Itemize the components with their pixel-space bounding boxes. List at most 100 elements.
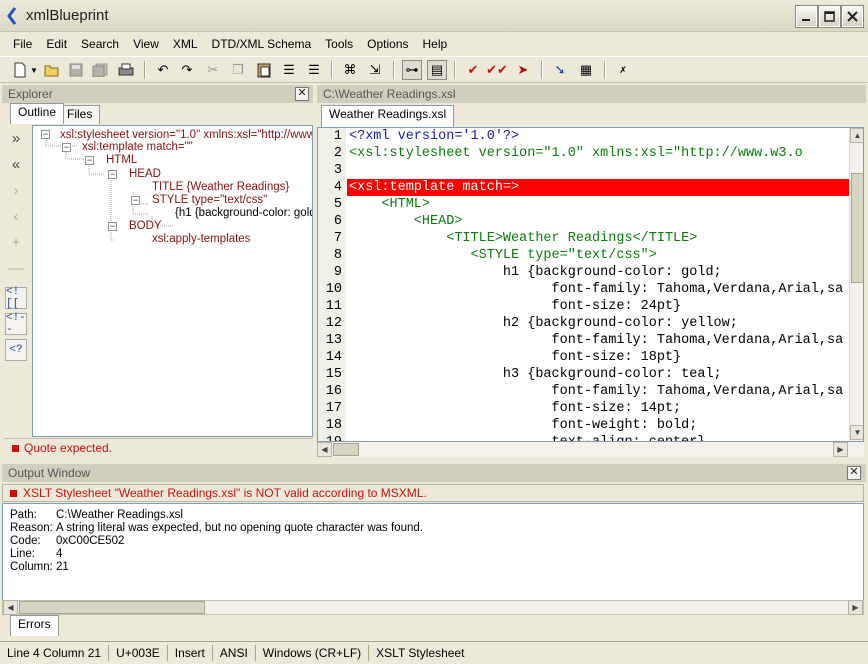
validate-button[interactable]: ✔✔: [486, 60, 508, 80]
chevron-left-icon: ‹: [13, 207, 19, 225]
menu-xml[interactable]: XML: [166, 34, 205, 54]
save-button[interactable]: [66, 60, 86, 80]
explorer-close-button[interactable]: ✕: [295, 87, 309, 101]
code-editor[interactable]: 1 2 3 4 5 6 7 8 9 10 11 12 13 14 15 16 1…: [317, 127, 864, 442]
code-line: font-weight: bold;: [349, 418, 698, 433]
menu-edit[interactable]: Edit: [39, 34, 74, 54]
tree-collapse-toggle[interactable]: −: [41, 130, 50, 139]
xpath-button[interactable]: ➘: [550, 60, 570, 80]
code-line: font-family: Tahoma,Verdana,Arial,sa: [349, 282, 844, 297]
tree-collapse-toggle[interactable]: −: [131, 196, 140, 205]
line-number: 2: [333, 146, 342, 161]
undo-button[interactable]: ↶: [153, 60, 173, 80]
open-button[interactable]: [42, 60, 62, 80]
tree-node-body[interactable]: BODY: [129, 220, 162, 233]
close-icon: ✕: [297, 87, 307, 99]
menu-dtd-xml-schema[interactable]: DTD/XML Schema: [205, 34, 319, 54]
close-window-button[interactable]: [842, 6, 863, 27]
tab-errors[interactable]: Errors: [10, 615, 59, 636]
save-all-button[interactable]: [90, 60, 110, 80]
pointer-icon: ➘: [554, 62, 566, 77]
tab-weather-readings[interactable]: Weather Readings.xsl: [321, 105, 455, 127]
line-number: 4: [333, 180, 342, 195]
tab-files[interactable]: Files: [59, 105, 101, 124]
new-file-button[interactable]: [10, 60, 30, 80]
tag-tool-button[interactable]: ⌘: [340, 60, 360, 80]
print-button[interactable]: [116, 60, 136, 80]
close-icon: ✕: [849, 466, 859, 478]
new-file-dropdown[interactable]: ▼: [30, 60, 38, 80]
tree-node-template[interactable]: xsl:template match="": [82, 141, 193, 154]
line-number: 19: [326, 434, 342, 441]
remove-node-button[interactable]: —: [5, 257, 27, 279]
format-button[interactable]: ⇲: [365, 60, 385, 80]
show-comments-button[interactable]: <!--: [5, 312, 27, 336]
menu-view[interactable]: View: [126, 34, 166, 54]
line-number: 17: [325, 401, 342, 416]
editor-horizontal-scrollbar[interactable]: ◀ ▶: [317, 442, 864, 457]
minus-icon: —: [8, 259, 24, 277]
outdent-button[interactable]: ☰: [304, 60, 324, 80]
expand-all-button[interactable]: »: [5, 127, 27, 149]
collapse-all-button[interactable]: «: [5, 153, 27, 175]
explorer-toggle-button[interactable]: ⊶: [402, 60, 422, 80]
check-well-formed-button[interactable]: ✔: [463, 60, 483, 80]
menu-options[interactable]: Options: [360, 34, 415, 54]
document-alert-button[interactable]: ▦: [576, 60, 596, 80]
plus-icon: +: [11, 233, 21, 251]
output-close-button[interactable]: ✕: [847, 466, 861, 480]
arrow-right-icon: ▶: [852, 603, 859, 612]
add-node-button[interactable]: +: [5, 231, 27, 253]
tree-node-style[interactable]: STYLE type="text/css": [152, 194, 267, 207]
copy-button[interactable]: ❐: [228, 60, 248, 80]
detail-value: 4: [56, 548, 63, 560]
maximize-button[interactable]: [819, 6, 840, 27]
tree-node-style-text[interactable]: {h1 {background-color: gold;: [175, 207, 312, 220]
scroll-thumb[interactable]: [19, 601, 205, 614]
scroll-thumb[interactable]: [333, 443, 359, 456]
scroll-left-button[interactable]: ◀: [317, 442, 332, 457]
scroll-down-button[interactable]: ▼: [850, 425, 863, 440]
redo-button[interactable]: ↷: [177, 60, 197, 80]
editor-vertical-scrollbar[interactable]: ▲ ▼: [849, 128, 863, 441]
show-pi-button[interactable]: <?: [5, 339, 27, 361]
tree-node-apply-templates[interactable]: xsl:apply-templates: [152, 233, 250, 246]
title-bar: xmlBlueprint: [0, 0, 868, 32]
paste-button[interactable]: [254, 60, 274, 80]
collapse-button[interactable]: ‹: [5, 205, 27, 227]
code-line: h2 {background-color: yellow;: [349, 316, 738, 331]
detail-label: Path:: [10, 509, 37, 521]
expand-button[interactable]: ›: [5, 179, 27, 201]
xml-tool-button[interactable]: ✗: [613, 60, 633, 80]
output-toggle-button[interactable]: ▤: [427, 60, 447, 80]
tree-collapse-toggle[interactable]: −: [108, 222, 117, 231]
output-horizontal-scrollbar[interactable]: ◀ ▶: [2, 600, 864, 615]
minimize-button[interactable]: [796, 6, 817, 27]
scroll-left-button[interactable]: ◀: [3, 600, 18, 615]
detail-label: Code:: [10, 535, 41, 547]
menu-file[interactable]: File: [6, 34, 39, 54]
menu-help[interactable]: Help: [416, 34, 455, 54]
line-number-gutter: 1 2 3 4 5 6 7 8 9 10 11 12 13 14 15 16 1…: [318, 128, 346, 441]
scroll-thumb[interactable]: [851, 173, 863, 283]
tree-collapse-toggle[interactable]: −: [62, 143, 71, 152]
scroll-right-button[interactable]: ▶: [833, 442, 848, 457]
show-cdata-button[interactable]: <![[: [5, 286, 27, 310]
line-number: 18: [325, 418, 342, 433]
scroll-right-button[interactable]: ▶: [848, 600, 863, 615]
tree-node-head[interactable]: HEAD: [129, 168, 161, 181]
tab-outline[interactable]: Outline: [10, 103, 65, 124]
menu-tools[interactable]: Tools: [318, 34, 360, 54]
code-line: <HEAD>: [349, 214, 463, 229]
indent-button[interactable]: ☰: [279, 60, 299, 80]
document-alert-icon: ▦: [579, 62, 593, 77]
run-button[interactable]: ➤: [513, 60, 533, 80]
tree-collapse-toggle[interactable]: −: [108, 170, 117, 179]
menu-search[interactable]: Search: [74, 34, 126, 54]
tree-node-title[interactable]: TITLE {Weather Readings}: [152, 181, 289, 194]
scroll-up-button[interactable]: ▲: [850, 128, 863, 143]
tree-collapse-toggle[interactable]: −: [85, 156, 94, 165]
tree-node-html[interactable]: HTML: [106, 154, 137, 167]
cut-button[interactable]: ✂: [203, 60, 223, 80]
detail-value: 21: [56, 561, 69, 573]
